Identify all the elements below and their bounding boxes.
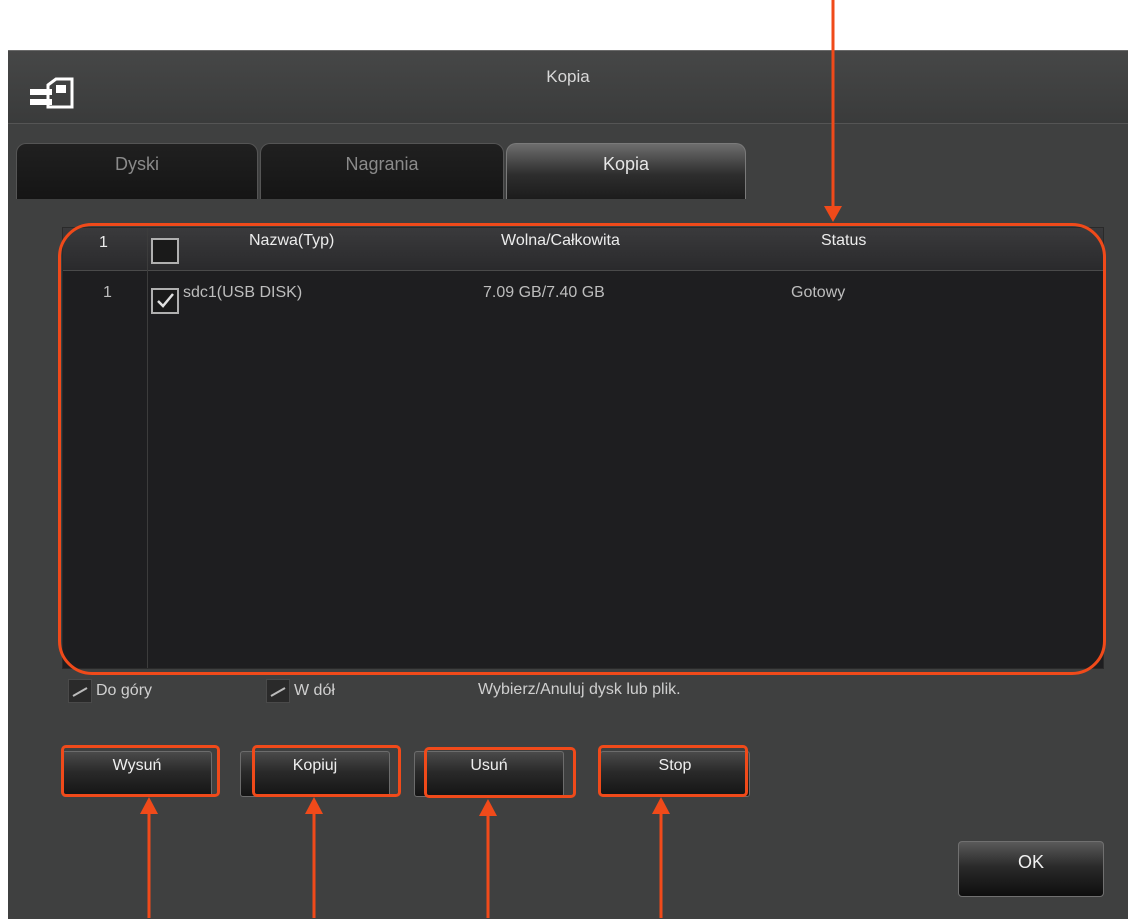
annotation-arrows bbox=[140, 0, 842, 918]
